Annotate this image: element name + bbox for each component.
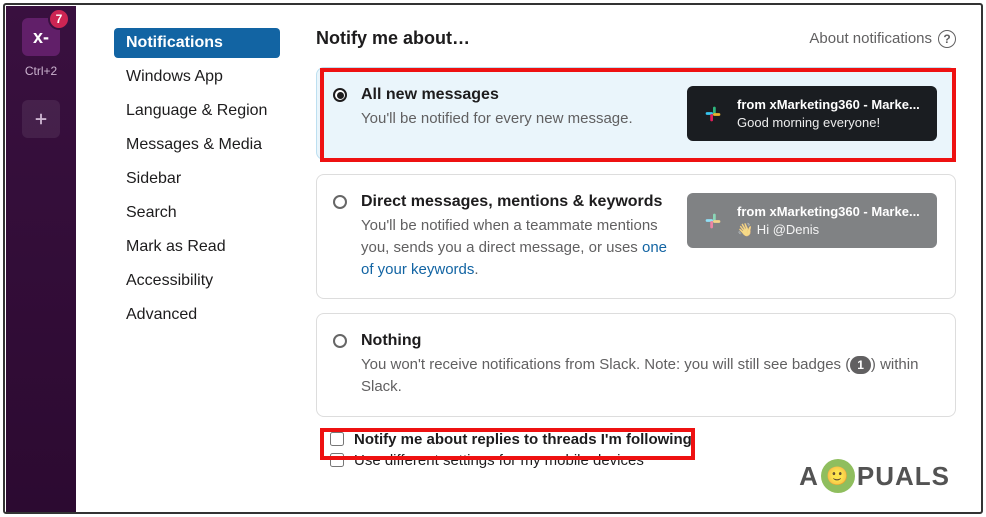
option-desc: You'll be notified for every new message… [361,108,673,130]
mascot-icon: 🙂 [821,459,855,493]
workspace-rail: x- 7 Ctrl+2 [6,6,76,512]
option-all-new-messages[interactable]: All new messages You'll be notified for … [316,67,956,160]
watermark: A 🙂 PUALS [799,459,950,493]
option-title: All new messages [361,86,673,104]
sidebar-item-sidebar[interactable]: Sidebar [114,164,280,194]
slack-icon [699,100,727,128]
sidebar-item-accessibility[interactable]: Accessibility [114,266,280,296]
checkbox-threads[interactable]: Notify me about replies to threads I'm f… [330,431,956,448]
preferences-panel: Notifications Windows App Language & Reg… [76,6,980,511]
about-notifications-link[interactable]: About notifications ? [809,30,956,48]
workspace-initial: x- [33,27,49,48]
option-direct-messages[interactable]: Direct messages, mentions & keywords You… [316,174,956,299]
option-desc: You'll be notified when a teammate menti… [361,215,673,280]
preview-text: from xMarketing360 - Marke... Good morni… [737,96,920,131]
section-header: Notify me about… About notifications ? [316,28,956,49]
option-desc: You won't receive notifications from Sla… [361,354,937,398]
checkbox-mobile-input[interactable] [330,453,344,467]
preferences-main: Notify me about… About notifications ? A… [286,6,980,511]
about-label: About notifications [809,30,932,47]
slack-icon [699,207,727,235]
sidebar-item-notifications[interactable]: Notifications [114,28,280,58]
checkbox-threads-label: Notify me about replies to threads I'm f… [354,431,692,448]
unread-badge: 7 [48,8,70,30]
sidebar-item-messages-media[interactable]: Messages & Media [114,130,280,160]
sidebar-item-language-region[interactable]: Language & Region [114,96,280,126]
preview-message: Good morning everyone! [737,114,920,132]
plus-icon [32,110,50,128]
notification-preview: from xMarketing360 - Marke... Good morni… [687,86,937,141]
checkbox-mobile-label: Use different settings for my mobile dev… [354,452,644,469]
option-title: Direct messages, mentions & keywords [361,193,673,211]
workspace-shortcut: Ctrl+2 [25,64,57,78]
option-text: All new messages You'll be notified for … [361,86,673,141]
help-icon: ? [938,30,956,48]
preview-message: 👋 Hi @Denis [737,221,920,239]
sidebar-item-mark-as-read[interactable]: Mark as Read [114,232,280,262]
preferences-sidebar: Notifications Windows App Language & Reg… [76,6,286,511]
checkbox-threads-input[interactable] [330,432,344,446]
option-text: Direct messages, mentions & keywords You… [361,193,673,280]
add-workspace-button[interactable] [22,100,60,138]
sidebar-item-windows-app[interactable]: Windows App [114,62,280,92]
workspace-switcher[interactable]: x- 7 [22,18,60,56]
option-text: Nothing You won't receive notifications … [361,332,937,398]
radio-dm[interactable] [333,195,347,209]
sidebar-item-search[interactable]: Search [114,198,280,228]
sidebar-item-advanced[interactable]: Advanced [114,300,280,330]
preview-from: from xMarketing360 - Marke... [737,96,920,114]
section-title: Notify me about… [316,28,470,49]
radio-all[interactable] [333,88,347,102]
option-title: Nothing [361,332,937,350]
radio-nothing[interactable] [333,334,347,348]
preview-from: from xMarketing360 - Marke... [737,203,920,221]
preview-text: from xMarketing360 - Marke... 👋 Hi @Deni… [737,203,920,238]
badge-icon: 1 [850,356,871,374]
notification-preview-faded: from xMarketing360 - Marke... 👋 Hi @Deni… [687,193,937,248]
option-nothing[interactable]: Nothing You won't receive notifications … [316,313,956,417]
